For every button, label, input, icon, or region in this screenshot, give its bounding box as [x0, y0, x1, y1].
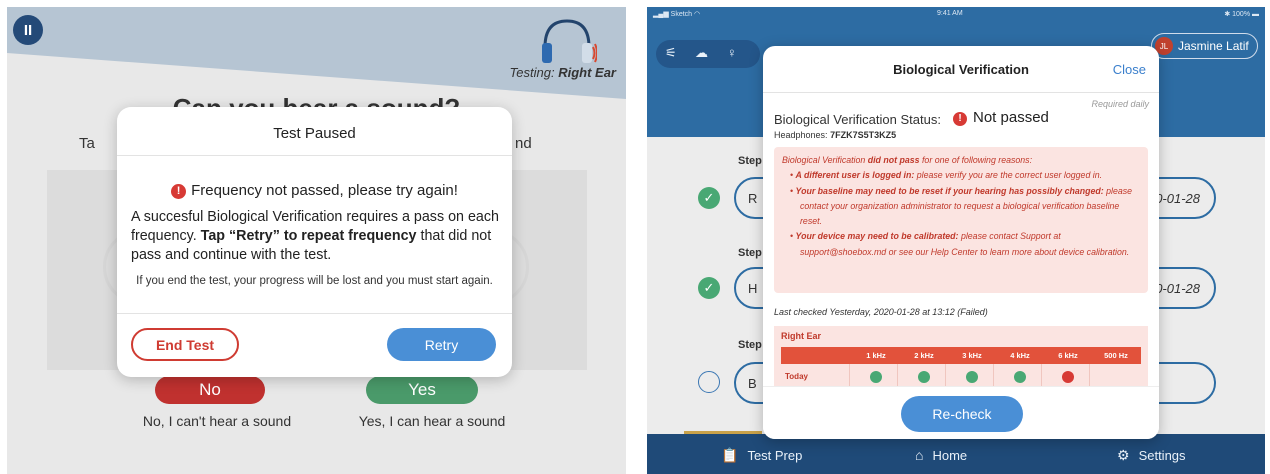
pass-icon — [870, 371, 882, 383]
reasons-intro: Biological Verification did not pass for… — [782, 155, 1033, 165]
failure-reasons: Biological Verification did not pass for… — [774, 147, 1148, 293]
status-value: ! Not passed — [953, 109, 1049, 126]
freq-header: 3 kHz — [962, 351, 982, 360]
alert-icon: ! — [171, 184, 187, 199]
divider — [117, 155, 512, 156]
dialog-body: A succesful Biological Verification requ… — [131, 209, 499, 263]
no-caption: No, I can't hear a sound — [142, 413, 292, 429]
test-paused-dialog: Test Paused ! Frequency not passed, pleas… — [117, 107, 512, 377]
pass-icon — [966, 371, 978, 383]
pause-icon: II — [23, 21, 33, 39]
close-button[interactable]: Close — [1113, 62, 1146, 77]
grid-line — [945, 364, 946, 386]
ear-label: Right Ear — [781, 331, 822, 341]
freq-header: 1 kHz — [866, 351, 886, 360]
frequency-fail-message: ! Frequency not passed, please try again! — [117, 182, 512, 199]
last-checked: Last checked Yesterday, 2020-01-28 at 13… — [774, 307, 988, 317]
yes-caption: Yes, I can hear a sound — [358, 413, 506, 429]
freq-header: 500 Hz — [1104, 351, 1128, 360]
pause-button[interactable]: II — [13, 15, 43, 45]
dialog-footer: Re-check — [763, 386, 1159, 439]
grid-line — [1089, 364, 1090, 386]
grid-line — [849, 364, 850, 386]
end-test-button[interactable]: End Test — [131, 328, 239, 361]
dialog-note: If you end the test, your progress will … — [136, 275, 493, 287]
no-button[interactable]: No — [155, 376, 265, 404]
grid-line — [993, 364, 994, 386]
nav-test-prep[interactable]: 📋 Test Prep — [721, 447, 802, 464]
bottom-nav: 📋 Test Prep ⌂ Home ⚙ Settings — [647, 434, 1265, 474]
status-label: Biological Verification Status: — [774, 112, 941, 127]
gear-icon: ⚙ — [1117, 447, 1130, 463]
headphones-icon — [542, 19, 597, 63]
row-label: Today — [785, 372, 808, 381]
fail-icon — [1062, 371, 1074, 383]
header-band — [7, 7, 626, 99]
home-icon: ⌂ — [915, 447, 924, 463]
freq-header: 2 kHz — [914, 351, 934, 360]
carrier: ▂▄▆ Sketch ◠ — [653, 11, 701, 18]
dialog-title: Biological Verification — [893, 62, 1029, 77]
instruction-fragment-right: nd — [515, 135, 532, 152]
user-name: Jasmine Latif — [1178, 39, 1249, 53]
clipboard-icon: 📋 — [721, 447, 739, 463]
reason-item: • A different user is logged in: please … — [790, 170, 1103, 181]
user-button[interactable]: JL Jasmine Latif — [1151, 33, 1258, 59]
recheck-button[interactable]: Re-check — [901, 396, 1023, 432]
check-icon: ✓ — [698, 187, 720, 209]
status-time: 9:41 AM — [937, 10, 963, 17]
reason-item: • Your baseline may need to be reset if … — [790, 185, 1133, 227]
cloud-upload-icon[interactable]: ☁ — [695, 45, 708, 61]
incomplete-icon — [698, 371, 720, 393]
hearing-test-screen: II Testing: Right Ear Can you hear a sou… — [7, 7, 626, 474]
testing-ear-label: Testing: Right Ear — [509, 65, 616, 80]
yes-button[interactable]: Yes — [366, 376, 478, 404]
step-label: Step — [738, 155, 762, 167]
grid-line — [1041, 364, 1042, 386]
frequency-header-row: 1 kHz 2 kHz 3 kHz 4 kHz 6 kHz 500 Hz — [781, 347, 1141, 364]
freq-header: 4 kHz — [1010, 351, 1030, 360]
headphones-id: Headphones: 7FZK7S5T3KZ5 — [774, 130, 897, 140]
battery: ✱ 100% ▬ — [1224, 11, 1259, 18]
instruction-fragment-left: Ta — [79, 135, 95, 152]
divider — [763, 92, 1159, 93]
divider — [117, 313, 512, 314]
retry-button[interactable]: Retry — [387, 328, 496, 361]
results-table: Right Ear 1 kHz 2 kHz 3 kHz 4 kHz 6 kHz … — [774, 326, 1148, 386]
status-bar: ▂▄▆ Sketch ◠ 9:41 AM ✱ 100% ▬ — [647, 7, 1265, 23]
pass-icon — [1014, 371, 1026, 383]
required-note: Required daily — [1091, 99, 1149, 109]
pass-icon — [918, 371, 930, 383]
app-home-screen: ▂▄▆ Sketch ◠ 9:41 AM ✱ 100% ▬ ⚟ ☁ ♀ JL J… — [647, 7, 1265, 474]
dialog-title: Test Paused — [273, 125, 356, 142]
biological-verification-dialog: Biological Verification Close Required d… — [763, 46, 1159, 439]
freq-header: 6 kHz — [1058, 351, 1078, 360]
check-icon: ✓ — [698, 277, 720, 299]
accessibility-icon[interactable]: ♀ — [727, 45, 737, 60]
reason-item: • Your device may need to be calibrated:… — [790, 231, 1130, 257]
step-label: Step — [738, 339, 762, 351]
grid-line — [897, 364, 898, 386]
alert-icon: ! — [953, 112, 967, 126]
nav-settings[interactable]: ⚙ Settings — [1117, 447, 1186, 464]
nav-home[interactable]: ⌂ Home — [915, 447, 967, 463]
step-label: Step — [738, 247, 762, 259]
signal-off-icon[interactable]: ⚟ — [665, 45, 677, 61]
